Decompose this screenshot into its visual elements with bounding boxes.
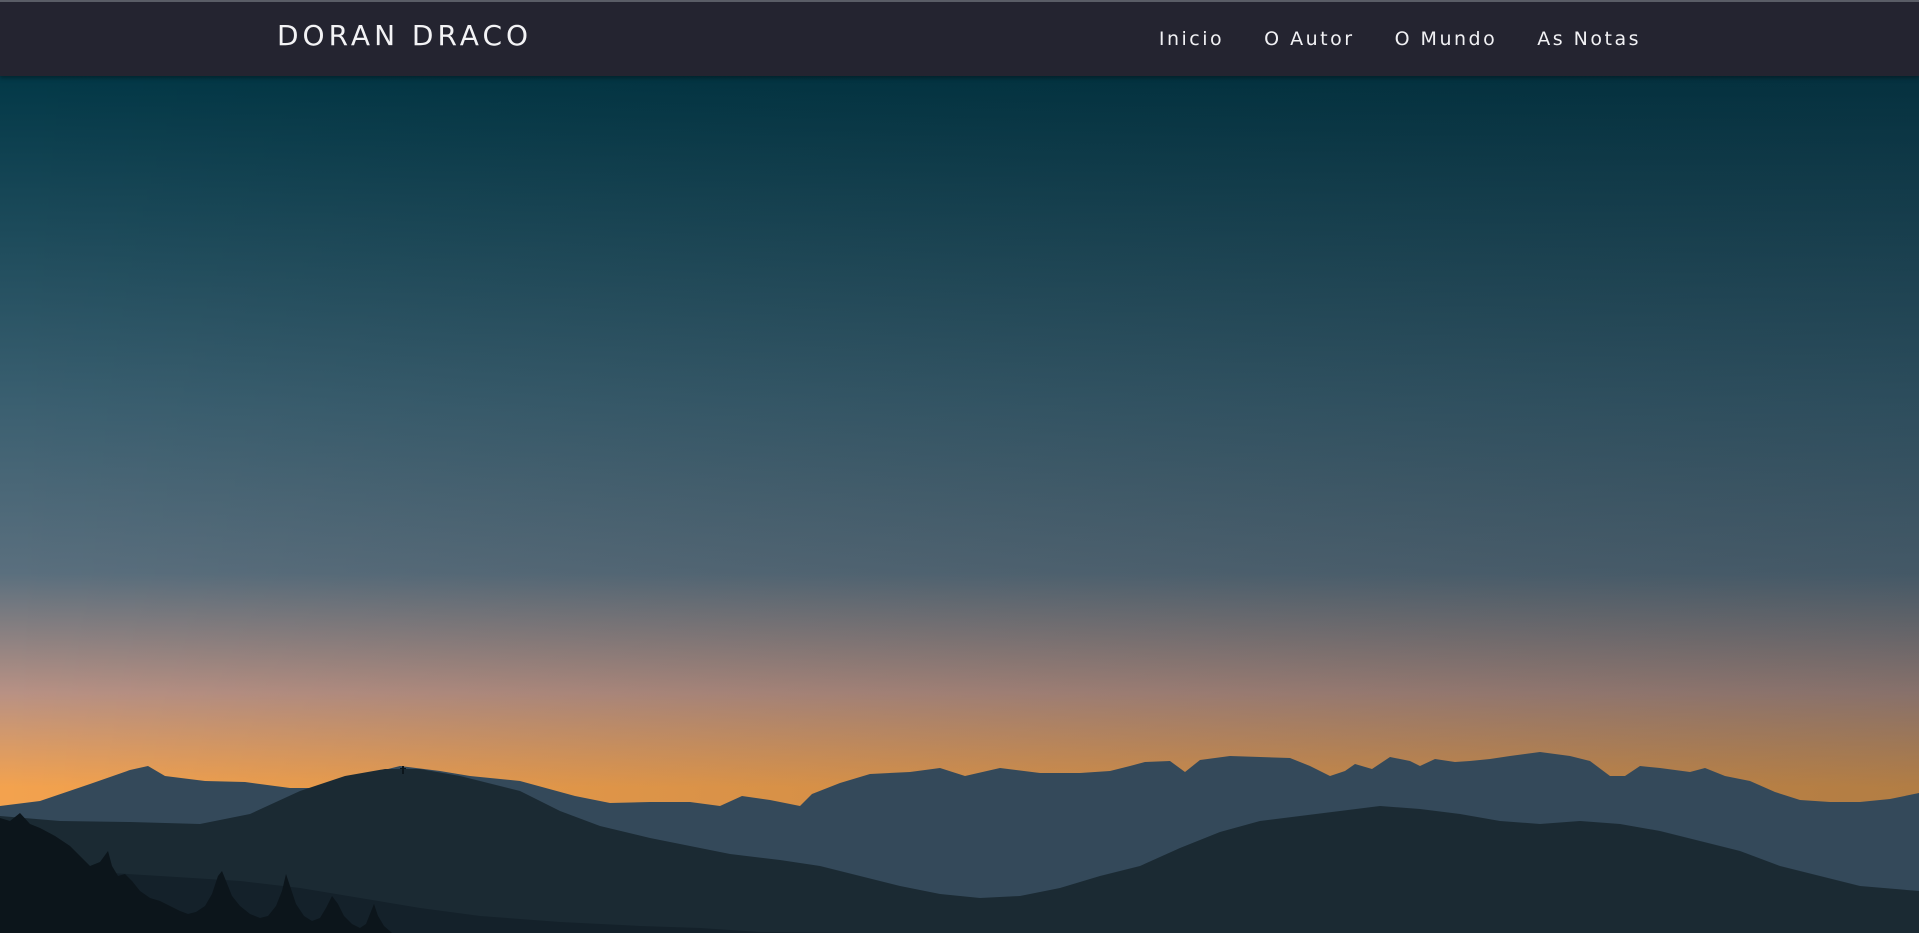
nav-item-as-notas: As Notas <box>1537 30 1641 49</box>
hero-section <box>0 76 1919 933</box>
brand-logo-link[interactable]: DORAN DRACO <box>277 22 532 50</box>
nav-link-as-notas[interactable]: As Notas <box>1537 28 1641 50</box>
nav-link-o-mundo[interactable]: O Mundo <box>1395 28 1498 50</box>
nav-item-o-autor: O Autor <box>1264 30 1354 49</box>
nav-item-inicio: Inicio <box>1159 30 1224 49</box>
hero-landscape-image <box>0 76 1919 933</box>
nav-item-o-mundo: O Mundo <box>1395 30 1498 49</box>
nav-menu: Inicio O Autor O Mundo As Notas <box>1159 30 1641 49</box>
window-top-border <box>0 0 1919 2</box>
nav-link-o-autor[interactable]: O Autor <box>1264 28 1354 50</box>
navbar: DORAN DRACO Inicio O Autor O Mundo As No… <box>0 0 1919 76</box>
nav-link-inicio[interactable]: Inicio <box>1159 28 1224 50</box>
